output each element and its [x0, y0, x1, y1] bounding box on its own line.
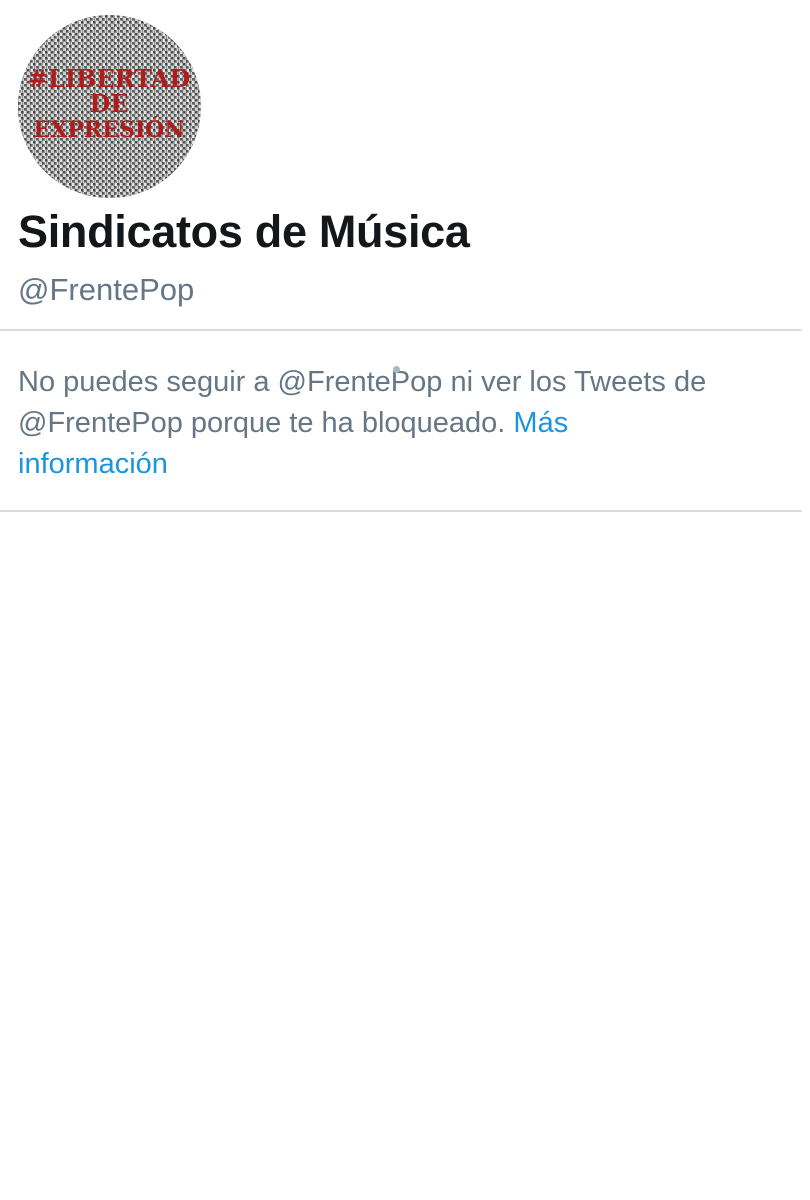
avatar-text-line-2: DE: [89, 89, 128, 118]
divider: [0, 510, 802, 512]
display-name: Sindicatos de Música: [18, 206, 470, 257]
divider: [0, 329, 802, 331]
avatar-text-line-3: EXPRESIÓN: [34, 116, 185, 143]
avatar-image: #LIBERTAD DE EXPRESIÓN: [18, 15, 201, 198]
profile-page: #LIBERTAD DE EXPRESIÓN Sindicatos de Mús…: [0, 0, 810, 1200]
blocked-notice: No puedes seguir a @FrentePop ni ver los…: [18, 362, 718, 485]
scroll-indicator-dot: [393, 366, 400, 373]
profile-avatar[interactable]: #LIBERTAD DE EXPRESIÓN: [18, 15, 201, 198]
profile-handle: @FrentePop: [18, 272, 195, 307]
blocked-notice-text: No puedes seguir a @FrentePop ni ver los…: [18, 366, 707, 439]
